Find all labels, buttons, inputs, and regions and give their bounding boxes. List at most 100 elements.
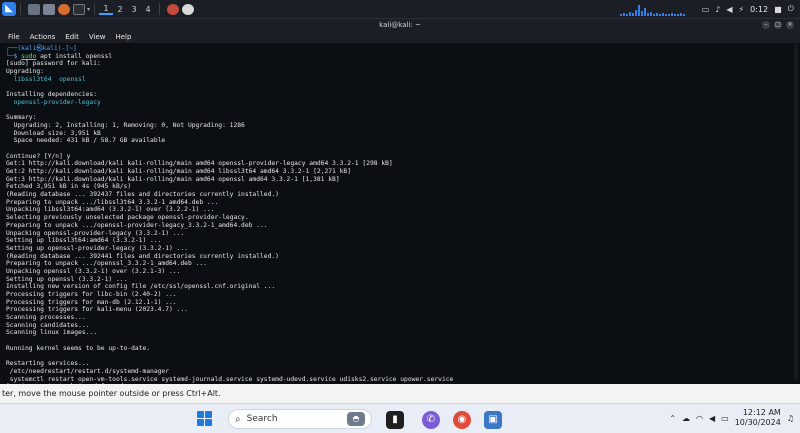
menu-file[interactable]: File (8, 33, 20, 41)
search-placeholder: Search (246, 414, 278, 424)
kali-top-panel: ◣ ▾ 1 2 3 4 ▭ ♪ ◀ ⚡ 0:12 ■ ⏻ (0, 0, 800, 19)
terminal-window-icon[interactable] (182, 3, 195, 15)
terminal-line: Running kernel seems to be up-to-date. (6, 344, 151, 352)
windows-start-icon[interactable] (197, 411, 213, 427)
terminal-line: Fetched 3,951 kB in 4s (945 kB/s) (6, 183, 132, 191)
terminal-scrollbar[interactable] (794, 44, 798, 380)
terminal-line: systemctl restart open-vm-tools.service … (6, 375, 454, 383)
terminal-icon[interactable] (73, 3, 85, 15)
teams-icon[interactable]: ✆ (422, 411, 440, 429)
task-view-icon[interactable]: ▮ (386, 411, 404, 429)
file-manager-icon[interactable] (43, 3, 55, 15)
terminal-line: libssl3t64 openssl (6, 75, 86, 83)
system-tray: ⌃ ☁ ◠ ◀ ▭ 12:12 AM 10/30/2024 ♫ (669, 408, 794, 428)
vmware-icon[interactable]: ▣ (484, 411, 502, 429)
vm-info-bar: ter, move the mouse pointer outside or p… (0, 384, 800, 403)
dropdown-chevron-icon[interactable]: ▾ (87, 6, 90, 13)
speaker-icon[interactable]: ◀ (709, 414, 715, 423)
terminal-line: [sudo] password for kali: (6, 60, 101, 68)
chrome-icon[interactable]: ◉ (453, 411, 471, 429)
taskbar-clock[interactable]: 12:12 AM 10/30/2024 (735, 408, 781, 428)
terminal-line: Space needed: 431 kB / 58.7 GB available (6, 137, 166, 145)
battery-icon[interactable]: ▭ (721, 414, 729, 423)
app-window-icon[interactable] (167, 3, 180, 15)
terminal-line: Scanning processes... (6, 314, 86, 322)
workspace-1[interactable]: 1 (99, 4, 114, 15)
menu-actions[interactable]: Actions (30, 33, 56, 41)
terminal-line: Restarting services... (6, 360, 90, 368)
terminal-title: kali@kali: ~ (379, 21, 421, 29)
power-off-icon[interactable]: ⏻ (788, 4, 794, 14)
terminal-line: Installing dependencies: (6, 91, 97, 99)
cpu-graph (619, 2, 690, 16)
terminal-line: Unpacking openssl-provider-legacy (3.3.2… (6, 229, 185, 237)
volume-icon[interactable]: ◀ (726, 5, 732, 14)
terminal-line: Upgrading: (6, 68, 44, 76)
terminal-line: Preparing to unpack .../libssl3t64_3.3.2… (6, 198, 219, 206)
maximize-icon[interactable]: □ (774, 21, 782, 29)
terminal-line: Processing triggers for libc-bin (2.40-2… (6, 291, 177, 298)
menu-help[interactable]: Help (115, 33, 131, 41)
workspace-2[interactable]: 2 (113, 5, 127, 14)
search-highlight-icon: ◓ (347, 412, 365, 426)
terminal-line: Selecting previously unselected package … (6, 214, 249, 222)
power-icon[interactable]: ⚡ (739, 5, 745, 14)
terminal-line: openssl-provider-legacy (6, 98, 101, 106)
command-sudo: sudo (21, 52, 37, 60)
lock-icon[interactable]: ■ (774, 5, 782, 14)
vm-info-text: ter, move the mouse pointer outside or p… (2, 389, 221, 398)
menu-view[interactable]: View (89, 33, 106, 41)
command-args: apt install openssl (36, 52, 113, 60)
terminal-menubar: File Actions Edit View Help (0, 31, 800, 43)
terminal-line: Get:2 http://kali.download/kali kali-rol… (6, 168, 351, 175)
taskbar-date: 10/30/2024 (734, 418, 781, 427)
terminal-line: Scanning linux images... (6, 329, 97, 337)
terminal-line: Preparing to unpack .../openssl_3.3.2-1_… (6, 260, 207, 268)
terminal-line: Processing triggers for man-db (2.12.1-1… (6, 298, 177, 306)
terminal-line: Upgrading: 2, Installing: 1, Removing: 0… (6, 121, 245, 129)
close-icon[interactable]: × (786, 21, 794, 29)
terminal-line: Installing new version of config file /e… (6, 283, 276, 291)
terminal-line: Setting up openssl-provider-legacy (3.3.… (6, 244, 188, 252)
terminal-line: /etc/needrestart/restart.d/systemd-manag… (6, 367, 170, 375)
terminal-line: Preparing to unpack .../openssl-provider… (6, 221, 268, 229)
kali-menu-icon[interactable]: ◣ (2, 2, 16, 16)
terminal-titlebar[interactable]: kali@kali: ~ – □ × (0, 19, 800, 31)
cloud-icon[interactable]: ☁ (682, 414, 690, 423)
prompt-line-1: ┌──(kali㉿kali)-[~] (6, 45, 77, 52)
terminal-line: Scanning candidates... (6, 321, 90, 329)
firefox-icon[interactable] (58, 3, 70, 15)
minimize-icon[interactable]: – (762, 21, 770, 29)
taskbar-search[interactable]: ⌕ Search ◓ (228, 409, 372, 429)
terminal-line: Summary: (6, 114, 37, 122)
notification-bell-icon[interactable]: ♫ (787, 414, 794, 423)
workspace-4[interactable]: 4 (141, 5, 155, 14)
terminal-line: Processing triggers for kali-menu (2023.… (6, 306, 188, 314)
notification-bell-icon[interactable]: ♪ (715, 5, 720, 14)
terminal-line: Unpacking libssl3t64:amd64 (3.3.2-1) ove… (6, 206, 215, 214)
screen-icon[interactable]: ▭ (702, 5, 710, 14)
terminal-lines: [sudo] password for kali: Upgrading: libs… (6, 60, 794, 384)
terminal-line: Download size: 3,951 kB (6, 129, 101, 137)
panel-clock: 0:12 (750, 4, 769, 14)
taskbar-time: 12:12 AM (742, 408, 781, 417)
terminal-line: Get:3 http://kali.download/kali kali-rol… (6, 175, 340, 183)
terminal-output[interactable]: ┌──(kali㉿kali)-[~] └─$ sudo apt install … (0, 43, 800, 384)
workspace-3[interactable]: 3 (127, 5, 141, 14)
chevron-up-icon[interactable]: ⌃ (669, 414, 676, 423)
panel-separator (20, 3, 21, 15)
wifi-icon[interactable]: ◠ (696, 414, 703, 423)
terminal-line: (Reading database ... 392437 files and d… (6, 191, 279, 199)
search-icon: ⌕ (235, 413, 241, 425)
terminal-line: Unpacking openssl (3.3.2-1) over (3.2.1-… (6, 267, 181, 275)
terminal-line: Continue? [Y/n] y (6, 152, 71, 160)
panel-separator (159, 3, 161, 15)
show-desktop-icon[interactable] (28, 3, 40, 15)
terminal-line: Get:1 http://kali.download/kali kali-rol… (6, 160, 393, 168)
menu-edit[interactable]: Edit (65, 33, 79, 41)
panel-separator (94, 3, 96, 15)
